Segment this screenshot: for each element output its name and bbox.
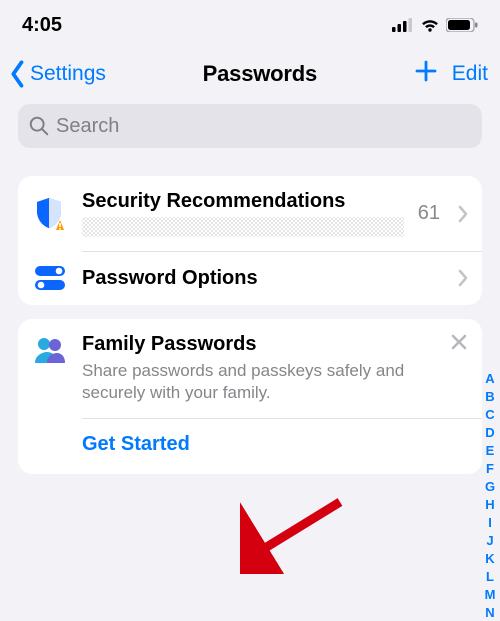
security-count: 61 bbox=[418, 202, 440, 225]
search-input[interactable]: Search bbox=[18, 104, 482, 148]
security-subtitle-redacted bbox=[82, 217, 404, 237]
family-body-row: Family Passwords Share passwords and pas… bbox=[18, 319, 482, 418]
back-label: Settings bbox=[30, 62, 106, 86]
edit-button[interactable]: Edit bbox=[452, 62, 488, 86]
chevron-right-icon bbox=[458, 269, 468, 287]
family-icon bbox=[33, 335, 67, 365]
close-icon bbox=[450, 333, 468, 351]
cellular-icon bbox=[392, 18, 414, 32]
page-title: Passwords bbox=[203, 61, 317, 87]
status-time: 4:05 bbox=[22, 14, 62, 37]
back-button[interactable]: Settings bbox=[8, 60, 106, 88]
settings-card: Security Recommendations 61 Password Opt… bbox=[18, 176, 482, 305]
shield-alert-icon bbox=[35, 197, 65, 231]
security-recommendations-row[interactable]: Security Recommendations 61 bbox=[18, 176, 482, 251]
options-title: Password Options bbox=[82, 267, 444, 290]
security-title: Security Recommendations bbox=[82, 190, 404, 213]
status-icons bbox=[392, 18, 478, 32]
status-bar: 4:05 bbox=[0, 0, 500, 50]
password-options-row[interactable]: Password Options bbox=[18, 251, 482, 305]
dismiss-button[interactable] bbox=[450, 333, 468, 356]
plus-icon bbox=[414, 59, 438, 83]
family-desc: Share passwords and passkeys safely and … bbox=[82, 360, 468, 404]
search-placeholder: Search bbox=[56, 115, 119, 138]
annotation-arrow bbox=[240, 494, 350, 574]
family-passwords-card: Family Passwords Share passwords and pas… bbox=[18, 319, 482, 474]
alphabet-index[interactable]: ABC DEF GHI JKL MN bbox=[482, 370, 498, 621]
get-started-button[interactable]: Get Started bbox=[18, 419, 482, 474]
chevron-right-icon bbox=[458, 205, 468, 223]
add-button[interactable] bbox=[414, 59, 438, 89]
family-title: Family Passwords bbox=[82, 333, 468, 356]
chevron-left-icon bbox=[8, 60, 28, 88]
wifi-icon bbox=[420, 18, 440, 32]
battery-icon bbox=[446, 18, 478, 32]
toggles-icon bbox=[34, 265, 66, 291]
nav-bar: Settings Passwords Edit bbox=[0, 50, 500, 98]
search-icon bbox=[28, 115, 50, 137]
